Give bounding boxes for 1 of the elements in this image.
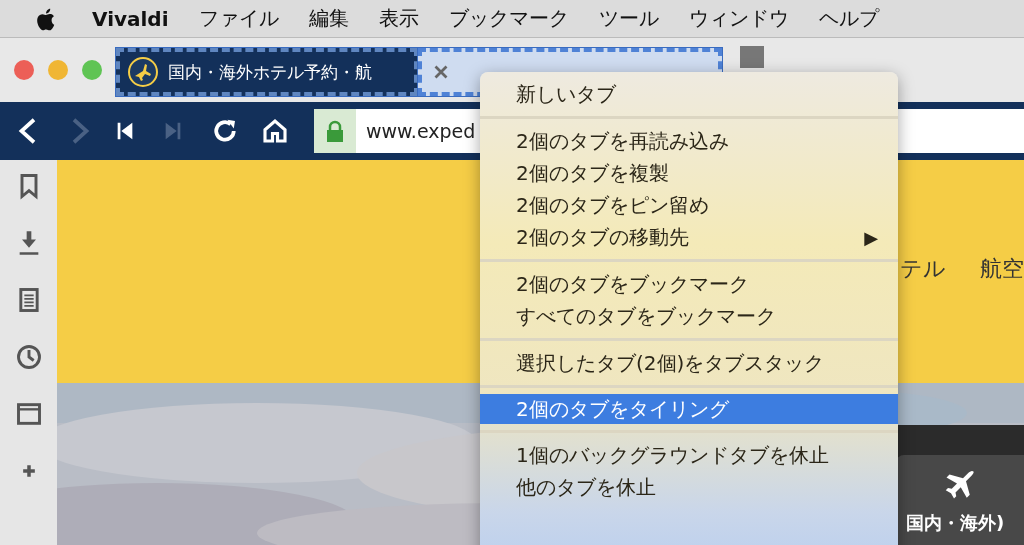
tab-title: 国内・海外ホテル予約・航: [168, 60, 372, 84]
